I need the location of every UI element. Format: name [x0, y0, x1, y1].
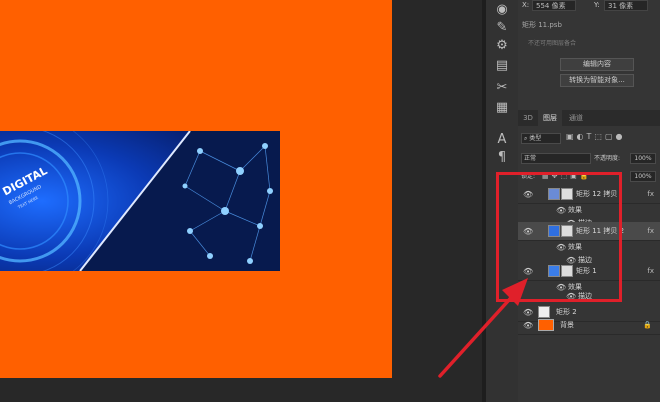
annotation-arrow: [438, 278, 528, 378]
filter-label: 类型: [529, 135, 542, 142]
fx-icon[interactable]: fx: [647, 222, 654, 241]
properties-panel: X: 554 像素 Y: 31 像素 矩形 11.psb 不还可用图层备合 编辑…: [518, 0, 660, 110]
x-coordinate-field[interactable]: 554 像素: [532, 0, 576, 11]
y-coordinate-field[interactable]: 31 像素: [604, 0, 648, 11]
fill-field[interactable]: 100%: [630, 171, 656, 182]
layer-filter-dropdown[interactable]: ⌕ 类型: [521, 133, 561, 144]
banner-graphic: DIGITAL BACKGROUND TEXT HERE: [0, 131, 280, 271]
tab-3d[interactable]: 3D: [520, 110, 536, 126]
tab-layers[interactable]: 图层: [538, 110, 562, 126]
y-label: Y:: [594, 1, 600, 9]
history-icon[interactable]: ◉: [494, 2, 510, 18]
search-icon: ⌕: [524, 135, 528, 142]
layer-thumbnail: [538, 319, 554, 331]
brush-settings-icon[interactable]: ✎: [494, 20, 510, 36]
swatches-icon[interactable]: ▦: [494, 100, 510, 116]
blend-mode-select[interactable]: 正常: [521, 153, 591, 164]
link-hint: 不还可用图层备合: [528, 40, 577, 47]
opacity-field[interactable]: 100%: [630, 153, 656, 164]
fx-icon[interactable]: fx: [647, 262, 654, 281]
character-icon[interactable]: A: [494, 132, 510, 148]
edit-contents-button[interactable]: 编辑内容: [560, 58, 634, 71]
layer-name[interactable]: 背景: [560, 316, 574, 335]
filter-icons[interactable]: ▣◐T⬚▢●: [566, 132, 626, 141]
opacity-label: 不透明度:: [594, 155, 621, 162]
paragraph-icon[interactable]: ¶: [494, 150, 510, 166]
convert-smart-object-button[interactable]: 转换为智能对象...: [560, 74, 634, 87]
canvas-area[interactable]: DIGITAL BACKGROUND TEXT HERE: [0, 0, 482, 402]
tools-icon[interactable]: ✂: [494, 80, 510, 96]
tab-channels[interactable]: 通道: [564, 110, 588, 126]
x-label: X:: [522, 1, 530, 9]
digital-banner-image[interactable]: DIGITAL BACKGROUND TEXT HERE: [0, 131, 280, 271]
lock-icon: 🔒: [643, 321, 652, 329]
layers-tab-bar: 3D 图层 通道: [518, 110, 660, 126]
smart-object-name: 矩形 11.psb: [522, 21, 562, 29]
fx-icon[interactable]: fx: [647, 185, 654, 204]
clone-source-icon[interactable]: ⚙: [494, 38, 510, 54]
adjustments-icon[interactable]: ▤: [494, 58, 510, 74]
